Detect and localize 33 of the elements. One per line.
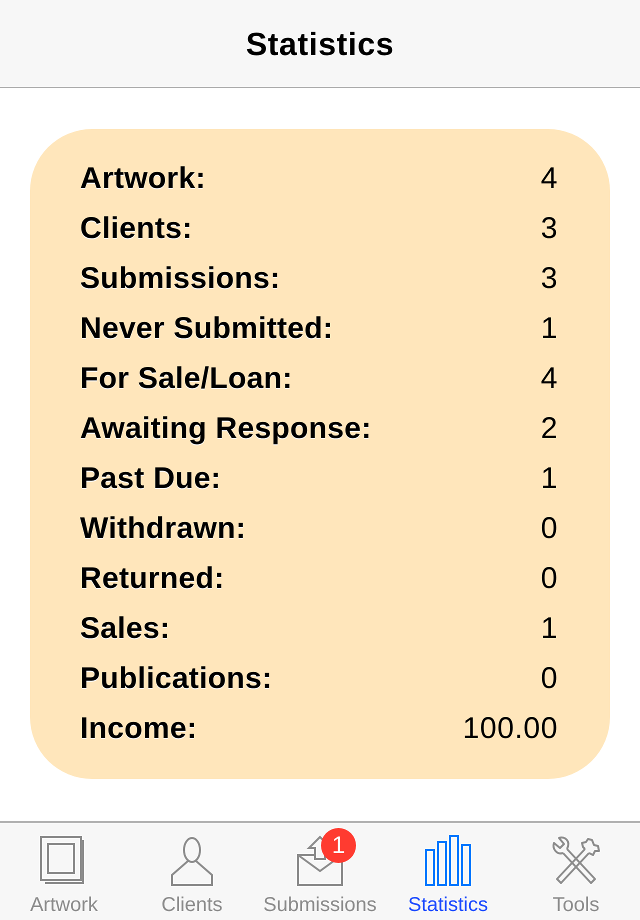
tab-button[interactable]: Artwork — [0, 823, 128, 920]
stat-label: Publications: — [80, 662, 272, 696]
stat-label: Returned: — [80, 562, 224, 596]
stat-label: Never Submitted: — [80, 312, 334, 346]
stat-value: 1 — [540, 462, 558, 496]
stat-value: 0 — [540, 562, 558, 596]
stat-value: 0 — [540, 512, 558, 546]
stat-label: For Sale/Loan: — [80, 362, 293, 396]
stat-label: Past Due: — [80, 462, 222, 496]
stat-value: 2 — [540, 412, 558, 446]
notification-badge: 1 — [321, 828, 356, 863]
stat-label: Awaiting Response: — [80, 412, 372, 446]
tab-button[interactable]: Clients — [128, 823, 256, 920]
screen-title: Statistics — [246, 26, 394, 63]
stat-value: 3 — [540, 212, 558, 246]
bar-chart-icon — [423, 835, 473, 887]
tab-button[interactable]: Tools — [512, 823, 640, 920]
stat-value: 4 — [540, 362, 558, 396]
stat-label: Submissions: — [80, 262, 280, 296]
stat-value: 1 — [540, 612, 558, 646]
stat-value: 0 — [540, 662, 558, 696]
crossed-tools-icon — [551, 835, 601, 887]
stat-label: Sales: — [80, 612, 170, 646]
stat-label: Clients: — [80, 212, 192, 246]
stat-value: 3 — [540, 262, 558, 296]
stat-value: 1 — [540, 312, 558, 346]
stat-label: Income: — [80, 712, 198, 746]
tab-button[interactable]: 1 Submissions — [256, 823, 384, 920]
tab-button[interactable]: Statistics — [384, 823, 512, 920]
stat-value: 100.00 — [462, 712, 558, 746]
stat-value: 4 — [540, 162, 558, 196]
stat-label: Artwork: — [80, 162, 206, 196]
stat-label: Withdrawn: — [80, 512, 246, 546]
